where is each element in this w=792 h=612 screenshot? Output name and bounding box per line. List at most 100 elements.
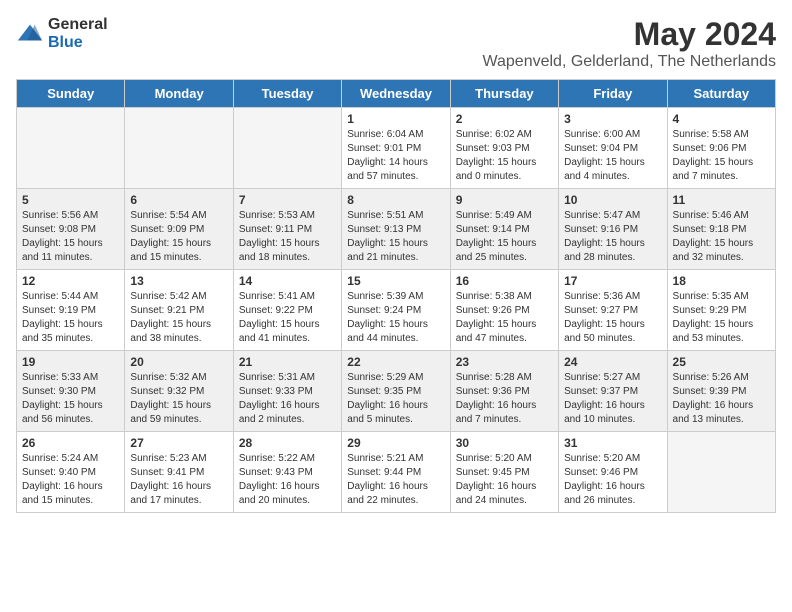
table-row: 22 Sunrise: 5:29 AMSunset: 9:35 PMDayligh… [342, 351, 450, 432]
header-saturday: Saturday [667, 80, 775, 108]
table-row: 12 Sunrise: 5:44 AMSunset: 9:19 PMDayligh… [17, 270, 125, 351]
day-number: 8 [347, 193, 444, 207]
table-row: 21 Sunrise: 5:31 AMSunset: 9:33 PMDayligh… [233, 351, 341, 432]
calendar-week-row: 5Sunrise: 5:56 AMSunset: 9:08 PMDaylight… [17, 189, 776, 270]
day-number: 23 [456, 355, 553, 369]
table-row: 29 Sunrise: 5:21 AMSunset: 9:44 PMDayligh… [342, 432, 450, 513]
table-row: 1 Sunrise: 6:04 AMSunset: 9:01 PMDaylight… [342, 108, 450, 189]
calendar-week-row: 26 Sunrise: 5:24 AMSunset: 9:40 PMDayligh… [17, 432, 776, 513]
day-number: 31 [564, 436, 661, 450]
table-row: 4Sunrise: 5:58 AMSunset: 9:06 PMDaylight… [667, 108, 775, 189]
table-row: 23 Sunrise: 5:28 AMSunset: 9:36 PMDayligh… [450, 351, 558, 432]
calendar-subtitle: Wapenveld, Gelderland, The Netherlands [482, 53, 776, 71]
table-row: 5Sunrise: 5:56 AMSunset: 9:08 PMDaylight… [17, 189, 125, 270]
header-sunday: Sunday [17, 80, 125, 108]
day-info: Sunrise: 5:42 AMSunset: 9:21 PMDaylight:… [130, 290, 227, 346]
day-info: Sunrise: 5:26 AMSunset: 9:39 PMDaylight:… [673, 371, 770, 427]
day-number: 11 [673, 193, 770, 207]
day-number: 19 [22, 355, 119, 369]
day-number: 7 [239, 193, 336, 207]
table-row: 27 Sunrise: 5:23 AMSunset: 9:41 PMDayligh… [125, 432, 233, 513]
day-number: 17 [564, 274, 661, 288]
day-number: 18 [673, 274, 770, 288]
table-row: 14Sunrise: 5:41 AMSunset: 9:22 PMDayligh… [233, 270, 341, 351]
day-info: Sunrise: 6:02 AMSunset: 9:03 PMDaylight:… [456, 128, 553, 184]
table-row: 11 Sunrise: 5:46 AMSunset: 9:18 PMDayligh… [667, 189, 775, 270]
day-info: Sunrise: 6:04 AMSunset: 9:01 PMDaylight:… [347, 128, 444, 184]
day-info: Sunrise: 5:36 AMSunset: 9:27 PMDaylight:… [564, 290, 661, 346]
day-number: 21 [239, 355, 336, 369]
header-wednesday: Wednesday [342, 80, 450, 108]
calendar-week-row: 1 Sunrise: 6:04 AMSunset: 9:01 PMDaylight… [17, 108, 776, 189]
day-info: Sunrise: 5:27 AMSunset: 9:37 PMDaylight:… [564, 371, 661, 427]
day-info: Sunrise: 5:32 AMSunset: 9:32 PMDaylight:… [130, 371, 227, 427]
day-info: Sunrise: 5:31 AMSunset: 9:33 PMDaylight:… [239, 371, 336, 427]
day-info: Sunrise: 5:46 AMSunset: 9:18 PMDaylight:… [673, 209, 770, 265]
table-row: 31 Sunrise: 5:20 AMSunset: 9:46 PMDayligh… [559, 432, 667, 513]
table-row: 7 Sunrise: 5:53 AMSunset: 9:11 PMDaylight… [233, 189, 341, 270]
logo-blue-label: Blue [48, 34, 108, 52]
day-number: 9 [456, 193, 553, 207]
table-row: 16 Sunrise: 5:38 AMSunset: 9:26 PMDayligh… [450, 270, 558, 351]
day-info: Sunrise: 5:49 AMSunset: 9:14 PMDaylight:… [456, 209, 553, 265]
table-row: 3 Sunrise: 6:00 AMSunset: 9:04 PMDaylight… [559, 108, 667, 189]
day-number: 20 [130, 355, 227, 369]
day-info: Sunrise: 5:47 AMSunset: 9:16 PMDaylight:… [564, 209, 661, 265]
day-info: Sunrise: 5:28 AMSunset: 9:36 PMDaylight:… [456, 371, 553, 427]
day-info: Sunrise: 5:33 AMSunset: 9:30 PMDaylight:… [22, 371, 119, 427]
day-info: Sunrise: 5:35 AMSunset: 9:29 PMDaylight:… [673, 290, 770, 346]
table-row: 17 Sunrise: 5:36 AMSunset: 9:27 PMDayligh… [559, 270, 667, 351]
table-row [17, 108, 125, 189]
day-info: Sunrise: 5:29 AMSunset: 9:35 PMDaylight:… [347, 371, 444, 427]
table-row: 28 Sunrise: 5:22 AMSunset: 9:43 PMDayligh… [233, 432, 341, 513]
day-info: Sunrise: 5:20 AMSunset: 9:45 PMDaylight:… [456, 452, 553, 508]
day-number: 2 [456, 112, 553, 126]
table-row: 24 Sunrise: 5:27 AMSunset: 9:37 PMDayligh… [559, 351, 667, 432]
day-info: Sunrise: 5:23 AMSunset: 9:41 PMDaylight:… [130, 452, 227, 508]
header-thursday: Thursday [450, 80, 558, 108]
day-info: Sunrise: 6:00 AMSunset: 9:04 PMDaylight:… [564, 128, 661, 184]
table-row: 30Sunrise: 5:20 AMSunset: 9:45 PMDayligh… [450, 432, 558, 513]
table-row: 9 Sunrise: 5:49 AMSunset: 9:14 PMDaylight… [450, 189, 558, 270]
calendar-title: May 2024 [482, 16, 776, 53]
table-row: 15Sunrise: 5:39 AMSunset: 9:24 PMDayligh… [342, 270, 450, 351]
table-row: 20 Sunrise: 5:32 AMSunset: 9:32 PMDayligh… [125, 351, 233, 432]
table-row [233, 108, 341, 189]
day-number: 4 [673, 112, 770, 126]
day-info: Sunrise: 5:20 AMSunset: 9:46 PMDaylight:… [564, 452, 661, 508]
logo: General Blue [16, 16, 108, 51]
day-number: 24 [564, 355, 661, 369]
day-info: Sunrise: 5:54 AMSunset: 9:09 PMDaylight:… [130, 209, 227, 265]
day-number: 29 [347, 436, 444, 450]
logo-icon [16, 20, 44, 48]
header: General Blue May 2024 Wapenveld, Gelderl… [16, 16, 776, 71]
day-number: 3 [564, 112, 661, 126]
day-info: Sunrise: 5:41 AMSunset: 9:22 PMDaylight:… [239, 290, 336, 346]
table-row: 26 Sunrise: 5:24 AMSunset: 9:40 PMDayligh… [17, 432, 125, 513]
header-friday: Friday [559, 80, 667, 108]
day-number: 22 [347, 355, 444, 369]
logo-text: General Blue [48, 16, 108, 51]
day-info: Sunrise: 5:38 AMSunset: 9:26 PMDaylight:… [456, 290, 553, 346]
table-row: 2 Sunrise: 6:02 AMSunset: 9:03 PMDaylight… [450, 108, 558, 189]
table-row: 6Sunrise: 5:54 AMSunset: 9:09 PMDaylight… [125, 189, 233, 270]
day-number: 12 [22, 274, 119, 288]
day-number: 1 [347, 112, 444, 126]
day-info: Sunrise: 5:53 AMSunset: 9:11 PMDaylight:… [239, 209, 336, 265]
calendar-week-row: 19 Sunrise: 5:33 AMSunset: 9:30 PMDayligh… [17, 351, 776, 432]
day-info: Sunrise: 5:21 AMSunset: 9:44 PMDaylight:… [347, 452, 444, 508]
day-number: 26 [22, 436, 119, 450]
day-info: Sunrise: 5:24 AMSunset: 9:40 PMDaylight:… [22, 452, 119, 508]
table-row: 18 Sunrise: 5:35 AMSunset: 9:29 PMDayligh… [667, 270, 775, 351]
day-number: 10 [564, 193, 661, 207]
table-row: 19 Sunrise: 5:33 AMSunset: 9:30 PMDayligh… [17, 351, 125, 432]
day-info: Sunrise: 5:22 AMSunset: 9:43 PMDaylight:… [239, 452, 336, 508]
weekday-header-row: Sunday Monday Tuesday Wednesday Thursday… [17, 80, 776, 108]
day-number: 16 [456, 274, 553, 288]
header-monday: Monday [125, 80, 233, 108]
day-number: 13 [130, 274, 227, 288]
day-number: 28 [239, 436, 336, 450]
day-number: 27 [130, 436, 227, 450]
day-info: Sunrise: 5:44 AMSunset: 9:19 PMDaylight:… [22, 290, 119, 346]
table-row [667, 432, 775, 513]
